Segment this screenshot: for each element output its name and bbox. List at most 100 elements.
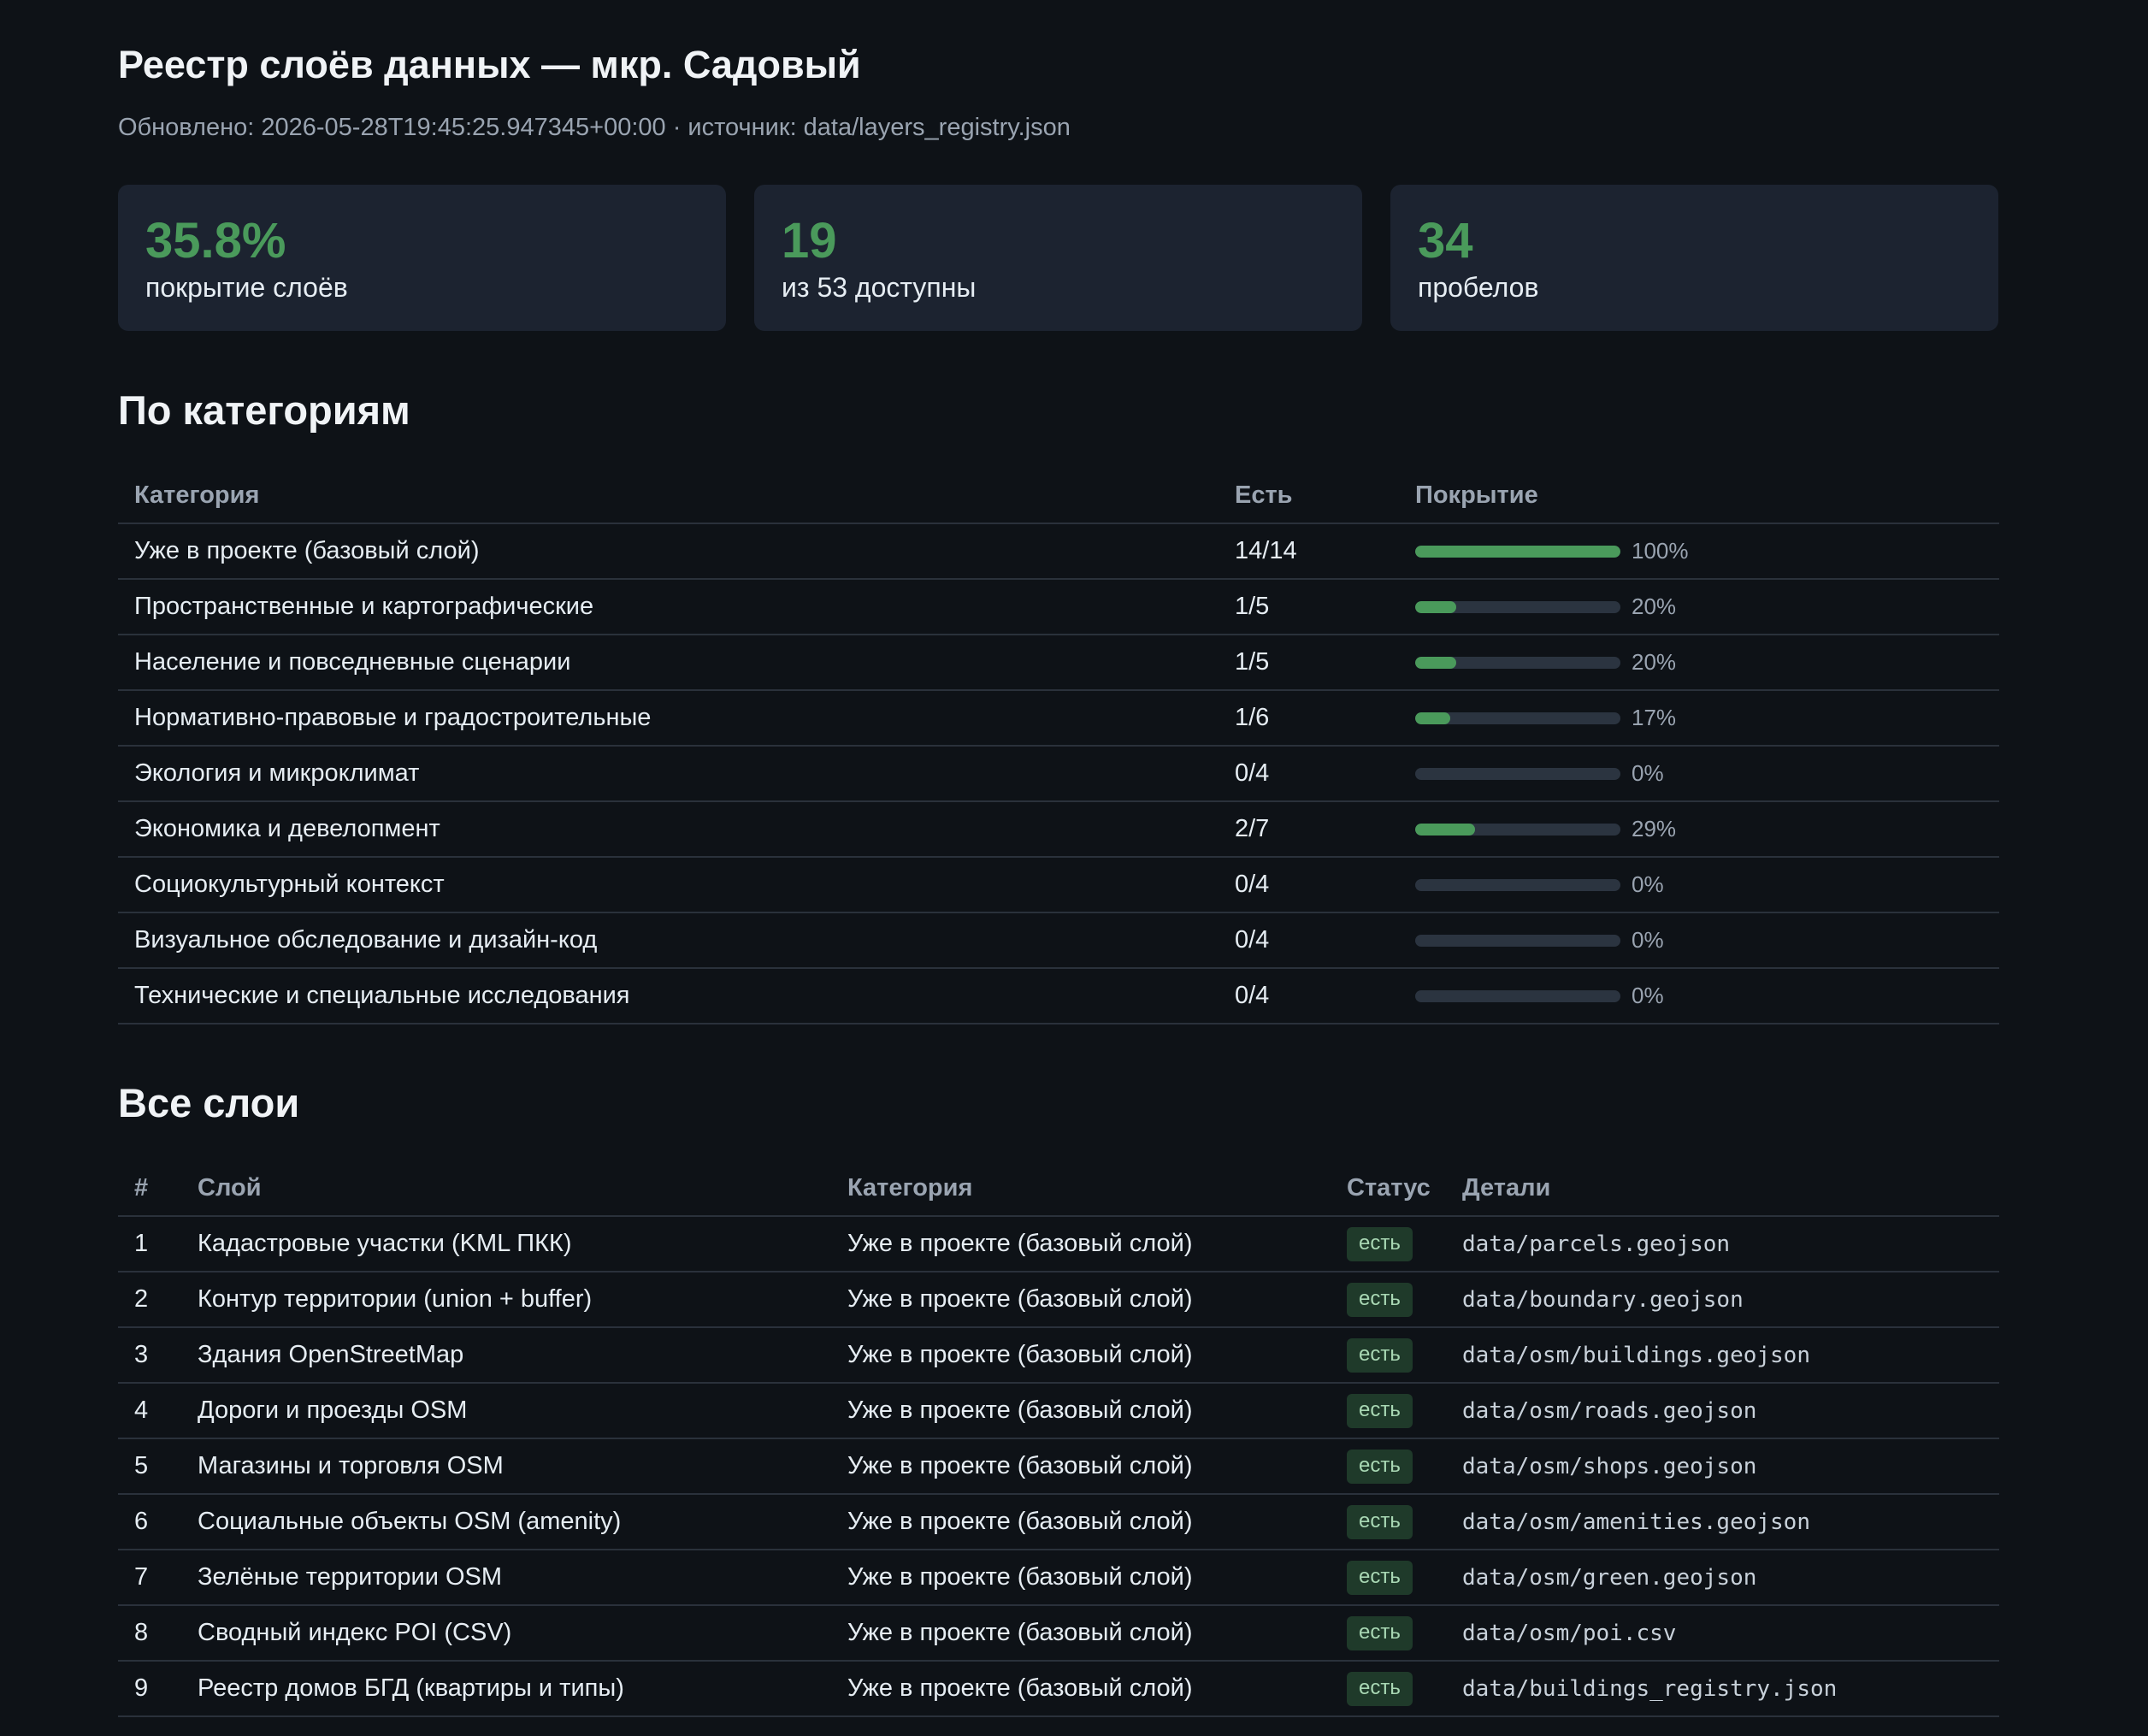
col-layer: Слой xyxy=(181,1161,831,1217)
layer-row: 9 Реестр домов БГД (квартиры и типы) Уже в… xyxy=(118,1661,1999,1717)
col-category: Категория xyxy=(118,469,1219,524)
layer-name: Зелёные территории OSM xyxy=(181,1550,831,1606)
layer-details: data/osm/buildings.geojson xyxy=(1446,1327,1999,1384)
category-row: Уже в проекте (базовый слой) 14/14 100% xyxy=(118,523,1999,580)
coverage-bar-track xyxy=(1415,878,1620,891)
layer-category: Уже в проекте (базовый слой) xyxy=(831,1383,1331,1439)
coverage-bar-track xyxy=(1415,600,1620,613)
category-name: Экология и микроклимат xyxy=(118,746,1219,802)
category-coverage: 0% xyxy=(1399,968,1999,1024)
col-coverage: Покрытие xyxy=(1399,469,1999,524)
gaps-label: пробелов xyxy=(1418,272,1539,303)
layer-name: Дороги и проезды OSM xyxy=(181,1383,831,1439)
status-badge: есть xyxy=(1347,1393,1413,1428)
category-coverage: 29% xyxy=(1399,801,1999,858)
coverage-card: 35.8% покрытие слоёв xyxy=(118,185,726,331)
layer-row: 5 Магазины и торговля OSM Уже в проекте (б… xyxy=(118,1438,1999,1495)
coverage-percent: 0% xyxy=(1632,760,1664,786)
coverage-percent: 0% xyxy=(1632,983,1664,1008)
layer-row: 1 Кадастровые участки (KML ПКК) Уже в прое… xyxy=(118,1216,1999,1272)
category-row: Экономика и девелопмент 2/7 29% xyxy=(118,801,1999,858)
layer-path: data/parcels.geojson xyxy=(1462,1231,1731,1257)
layer-category: Уже в проекте (базовый слой) xyxy=(831,1216,1331,1272)
category-name: Нормативно-правовые и градостроительные xyxy=(118,690,1219,747)
category-have: 0/4 xyxy=(1219,857,1399,913)
col-num: # xyxy=(118,1161,181,1217)
coverage-bar-track xyxy=(1415,767,1620,780)
layer-name: Кадастровые участки (KML ПКК) xyxy=(181,1216,831,1272)
coverage-percent: 0% xyxy=(1632,871,1664,897)
category-coverage: 20% xyxy=(1399,635,1999,691)
category-row: Население и повседневные сценарии 1/5 20% xyxy=(118,635,1999,691)
category-row: Экология и микроклимат 0/4 0% xyxy=(118,746,1999,802)
layer-status-cell: есть xyxy=(1331,1661,1446,1717)
coverage-bar-track xyxy=(1415,545,1620,558)
layer-num: 3 xyxy=(118,1327,181,1384)
category-row: Социокультурный контекст 0/4 0% xyxy=(118,857,1999,913)
layer-num: 2 xyxy=(118,1272,181,1328)
page-subtitle: Обновлено: 2026-05-28T19:45:25.947345+00… xyxy=(118,114,1071,141)
status-badge: есть xyxy=(1347,1337,1413,1373)
coverage-bar-track xyxy=(1415,712,1620,724)
categories-table: Категория Есть Покрытие Уже в проекте (б… xyxy=(118,469,1999,1024)
layer-status-cell: есть xyxy=(1331,1327,1446,1384)
layer-status-cell: есть xyxy=(1331,1272,1446,1328)
category-coverage: 100% xyxy=(1399,523,1999,580)
layer-path: data/osm/green.geojson xyxy=(1462,1565,1757,1591)
category-have: 0/4 xyxy=(1219,912,1399,969)
categories-header-row: Категория Есть Покрытие xyxy=(118,469,1999,524)
coverage-bar-track xyxy=(1415,656,1620,669)
category-coverage: 17% xyxy=(1399,690,1999,747)
layer-status-cell: есть xyxy=(1331,1605,1446,1662)
layer-category: Уже в проекте (базовый слой) xyxy=(831,1327,1331,1384)
category-row: Визуальное обследование и дизайн-код 0/4 0… xyxy=(118,912,1999,969)
layer-category: Уже в проекте (базовый слой) xyxy=(831,1272,1331,1328)
layer-details: data/boundary.geojson xyxy=(1446,1272,1999,1328)
layer-name: Реестр домов БГД (квартиры и типы) xyxy=(181,1661,831,1717)
layer-status-cell: есть xyxy=(1331,1494,1446,1550)
gaps-card: 34 пробелов xyxy=(1390,185,1998,331)
layer-num: 7 xyxy=(118,1550,181,1606)
coverage-bar-track xyxy=(1415,989,1620,1002)
coverage-bar-fill xyxy=(1415,712,1450,724)
layer-details: data/buildings_registry.json xyxy=(1446,1661,1999,1717)
gaps-value: 34 xyxy=(1418,213,1473,269)
category-have: 1/5 xyxy=(1219,579,1399,635)
layer-category: Уже в проекте (базовый слой) xyxy=(831,1550,1331,1606)
layer-details: data/osm/shops.geojson xyxy=(1446,1438,1999,1495)
layers-table: # Слой Категория Статус Детали 1 Кадастро… xyxy=(118,1161,1999,1717)
status-badge: есть xyxy=(1347,1504,1413,1539)
layer-name: Здания OpenStreetMap xyxy=(181,1327,831,1384)
layer-path: data/osm/roads.geojson xyxy=(1462,1398,1757,1424)
layer-details: data/osm/green.geojson xyxy=(1446,1550,1999,1606)
available-label: из 53 доступны xyxy=(782,272,977,303)
category-name: Население и повседневные сценарии xyxy=(118,635,1219,691)
coverage-label: покрытие слоёв xyxy=(145,272,348,303)
category-have: 0/4 xyxy=(1219,746,1399,802)
layer-num: 1 xyxy=(118,1216,181,1272)
col-layer-category: Категория xyxy=(831,1161,1331,1217)
category-coverage: 0% xyxy=(1399,857,1999,913)
layer-status-cell: есть xyxy=(1331,1383,1446,1439)
layer-name: Контур территории (union + buffer) xyxy=(181,1272,831,1328)
coverage-percent: 100% xyxy=(1632,538,1689,564)
layers-header-row: # Слой Категория Статус Детали xyxy=(118,1161,1999,1217)
status-badge: есть xyxy=(1347,1282,1413,1317)
category-name: Технические и специальные исследования xyxy=(118,968,1219,1024)
layer-row: 6 Социальные объекты OSM (amenity) Уже в п… xyxy=(118,1494,1999,1550)
layer-category: Уже в проекте (базовый слой) xyxy=(831,1494,1331,1550)
category-have: 14/14 xyxy=(1219,523,1399,580)
category-row: Пространственные и картографические 1/5 20… xyxy=(118,579,1999,635)
category-coverage: 0% xyxy=(1399,912,1999,969)
status-badge: есть xyxy=(1347,1449,1413,1484)
layer-details: data/osm/roads.geojson xyxy=(1446,1383,1999,1439)
coverage-percent: 20% xyxy=(1632,593,1677,619)
layer-path: data/osm/buildings.geojson xyxy=(1462,1343,1810,1368)
layer-num: 6 xyxy=(118,1494,181,1550)
coverage-value: 35.8% xyxy=(145,213,286,269)
layer-row: 3 Здания OpenStreetMap Уже в проекте (базо… xyxy=(118,1327,1999,1384)
layer-row: 2 Контур территории (union + buffer) Уже в… xyxy=(118,1272,1999,1328)
layer-name: Магазины и торговля OSM xyxy=(181,1438,831,1495)
layer-num: 8 xyxy=(118,1605,181,1662)
category-have: 2/7 xyxy=(1219,801,1399,858)
